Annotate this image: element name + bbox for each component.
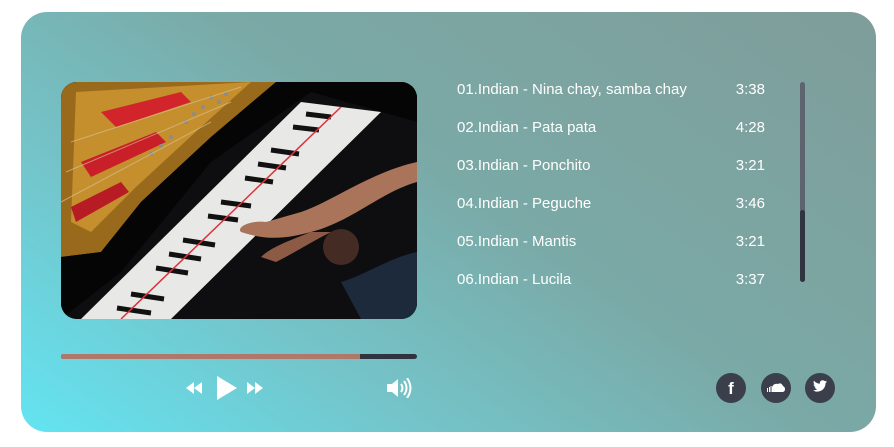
track-title: 04.Indian - Peguche: [457, 195, 592, 212]
playlist-track[interactable]: 03.Indian - Ponchito 3:21: [457, 154, 777, 192]
track-title: 01.Indian - Nina chay, samba chay: [457, 81, 687, 98]
playlist-track[interactable]: 04.Indian - Peguche 3:46: [457, 192, 777, 230]
volume-icon: [387, 378, 413, 398]
playlist-track[interactable]: 02.Indian - Pata pata 4:28: [457, 116, 777, 154]
track-title: 02.Indian - Pata pata: [457, 119, 597, 136]
fast-forward-button[interactable]: [247, 382, 263, 394]
track-duration: 3:21: [735, 157, 765, 174]
playlist-scrollbar[interactable]: [800, 82, 805, 282]
facebook-icon: f: [728, 378, 734, 398]
music-player-card: 01.Indian - Nina chay, samba chay 3:38 0…: [21, 12, 876, 432]
track-duration: 3:38: [735, 81, 765, 98]
playlist-track[interactable]: 05.Indian - Mantis 3:21: [457, 230, 777, 268]
play-button[interactable]: [217, 376, 237, 400]
rewind-icon: [186, 382, 202, 394]
volume-button[interactable]: [387, 378, 413, 398]
soundcloud-icon: [767, 379, 785, 397]
track-duration: 3:37: [735, 271, 765, 288]
progress-fill: [61, 354, 361, 359]
track-title: 06.Indian - Lucila: [457, 271, 572, 288]
progress-bar[interactable]: [61, 354, 417, 359]
soundcloud-button[interactable]: [761, 373, 791, 403]
facebook-button[interactable]: f: [716, 373, 746, 403]
fast-forward-icon: [247, 382, 263, 394]
track-title: 05.Indian - Mantis: [457, 233, 577, 250]
playlist-track[interactable]: 06.Indian - Lucila 3:37: [457, 268, 777, 306]
twitter-button[interactable]: [805, 373, 835, 403]
rewind-button[interactable]: [186, 382, 202, 394]
track-title: 03.Indian - Ponchito: [457, 157, 591, 174]
twitter-icon: [813, 379, 827, 397]
album-cover-image: [61, 82, 417, 319]
track-duration: 3:21: [735, 233, 765, 250]
scrollbar-thumb[interactable]: [800, 210, 805, 282]
play-icon: [217, 376, 237, 400]
track-duration: 4:28: [735, 119, 765, 136]
playlist: 01.Indian - Nina chay, samba chay 3:38 0…: [457, 78, 777, 306]
track-duration: 3:46: [735, 195, 765, 212]
playlist-track[interactable]: 01.Indian - Nina chay, samba chay 3:38: [457, 78, 777, 116]
